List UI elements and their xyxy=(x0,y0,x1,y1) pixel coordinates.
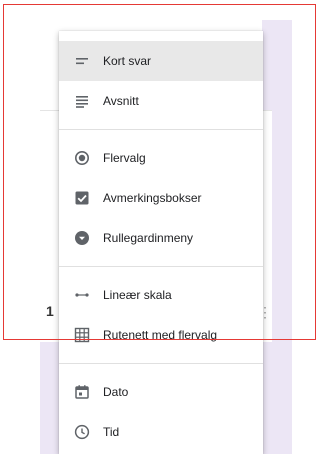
calendar-icon xyxy=(73,383,91,401)
highlight-frame xyxy=(3,4,316,340)
menu-item-date[interactable]: Dato xyxy=(59,372,263,412)
menu-item-time[interactable]: Tid xyxy=(59,412,263,452)
menu-item-label: Dato xyxy=(103,385,129,399)
menu-divider xyxy=(59,363,263,364)
clock-icon xyxy=(73,423,91,441)
menu-item-label: Tid xyxy=(103,425,120,439)
